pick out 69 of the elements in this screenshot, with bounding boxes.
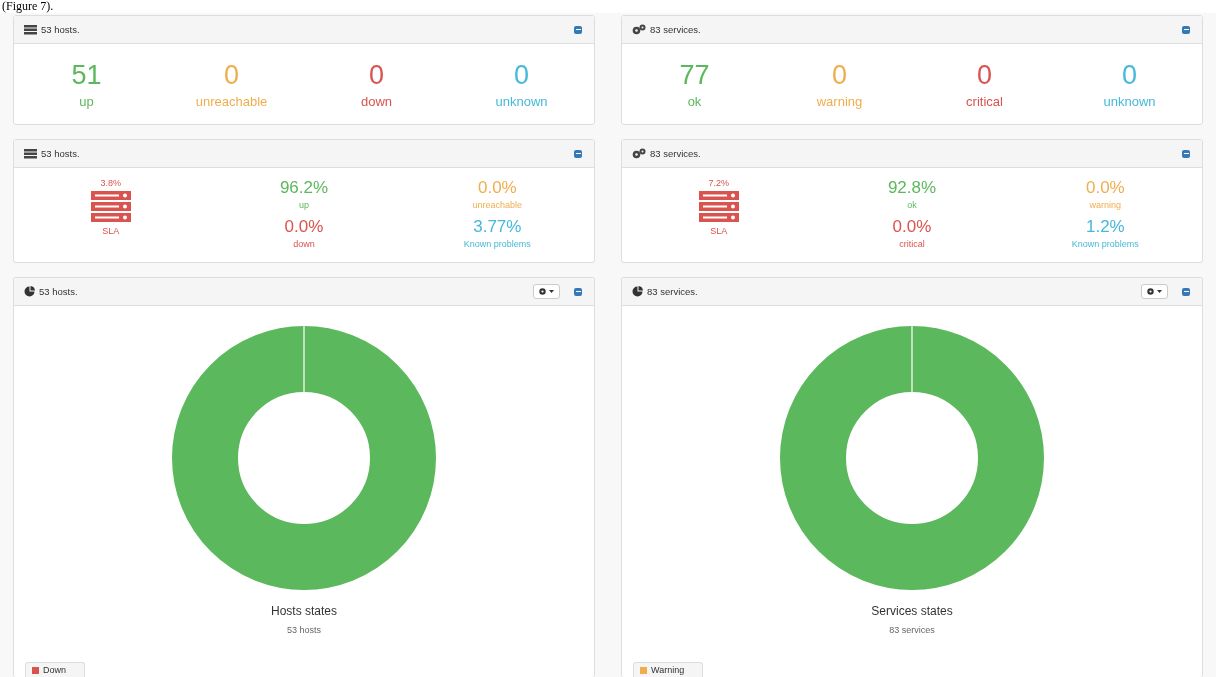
- percent-label: Known problems: [463, 238, 531, 250]
- server-stack-icon: [698, 191, 739, 223]
- count-value: 0: [1122, 59, 1137, 92]
- percent-value: 3.77%: [473, 217, 522, 237]
- count-label: warning: [816, 93, 863, 111]
- count-label: ok: [687, 93, 702, 111]
- percent-value: 1.2%: [1085, 217, 1125, 237]
- count-label: down: [360, 93, 393, 111]
- count-label: unknown: [1103, 93, 1156, 111]
- percent-value: 0.0%: [1085, 178, 1125, 198]
- percent-value: 0.0%: [284, 217, 324, 237]
- pie-chart-icon: [24, 286, 35, 297]
- percent-label: ok: [907, 199, 917, 211]
- count-label: unreachable: [195, 93, 268, 111]
- percent-value: 0.0%: [477, 178, 517, 198]
- panel-title: 83 services.: [647, 286, 698, 297]
- server-icon: [24, 24, 37, 35]
- panel-title: 53 hosts.: [39, 286, 78, 297]
- count-value: 0: [369, 59, 384, 92]
- percent-label: critical: [899, 238, 925, 250]
- collapse-button[interactable]: [574, 149, 582, 158]
- sla-label: SLA: [710, 226, 728, 236]
- caret-icon: [549, 290, 554, 293]
- collapse-button[interactable]: [574, 25, 582, 34]
- panel-title: 83 services.: [650, 24, 701, 35]
- panel-title: 53 hosts.: [41, 24, 80, 35]
- figure-caption: (Figure 7).: [1, 0, 55, 13]
- count-value: 51: [71, 59, 102, 92]
- percent-value: 96.2%: [279, 178, 329, 198]
- settings-dropdown-button[interactable]: [1141, 284, 1168, 299]
- gear-icon: [539, 288, 546, 295]
- count-value: 0: [514, 59, 529, 92]
- sla-value: 3.8%: [100, 178, 121, 188]
- percent-label: warning: [1089, 199, 1122, 211]
- legend-label: Warning: [651, 665, 685, 676]
- chart-title: Services states: [871, 604, 953, 618]
- percent-label: down: [293, 238, 315, 250]
- settings-dropdown-button[interactable]: [533, 284, 560, 299]
- percent-value: 92.8%: [887, 178, 937, 198]
- gears-icon: [632, 148, 646, 159]
- chart-subtitle: 83 services: [889, 625, 935, 635]
- percent-label: unreachable: [472, 199, 523, 211]
- collapse-button[interactable]: [1182, 149, 1190, 158]
- count-value: 0: [977, 59, 992, 92]
- collapse-button[interactable]: [574, 287, 582, 296]
- count-value: 0: [832, 59, 847, 92]
- percent-label: up: [299, 199, 309, 211]
- count-label: unknown: [495, 93, 548, 111]
- sla-value: 7.2%: [708, 178, 729, 188]
- chart-title: Hosts states: [271, 604, 337, 618]
- count-label: critical: [966, 93, 1003, 111]
- count-value: 0: [224, 59, 239, 92]
- panel-title: 83 services.: [650, 148, 701, 159]
- server-stack-icon: [90, 191, 131, 223]
- gear-icon: [1147, 288, 1154, 295]
- sla-label: SLA: [102, 226, 120, 236]
- pie-chart-icon: [632, 286, 643, 297]
- caret-icon: [1157, 290, 1162, 293]
- percent-value: 0.0%: [892, 217, 932, 237]
- panel-title: 53 hosts.: [41, 148, 80, 159]
- collapse-button[interactable]: [1182, 287, 1190, 296]
- legend-label: Down: [43, 665, 66, 676]
- chart-subtitle: 53 hosts: [287, 625, 321, 635]
- count-label: up: [79, 93, 94, 111]
- percent-label: Known problems: [1071, 238, 1139, 250]
- server-icon: [24, 148, 37, 159]
- gears-icon: [632, 24, 646, 35]
- count-value: 77: [679, 59, 710, 92]
- collapse-button[interactable]: [1182, 25, 1190, 34]
